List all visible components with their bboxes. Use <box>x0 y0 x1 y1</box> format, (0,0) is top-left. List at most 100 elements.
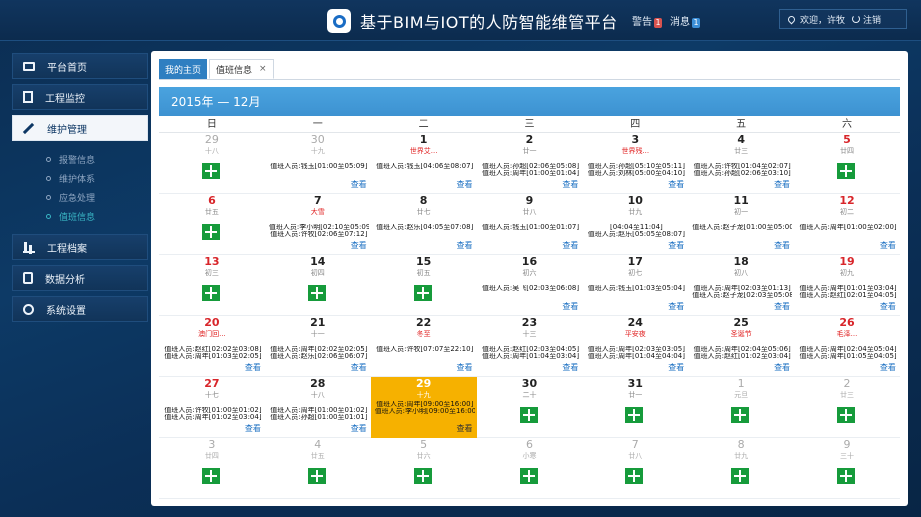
calendar-day-cell[interactable]: 3 廿四 <box>159 438 265 499</box>
view-link[interactable]: 查看 <box>668 180 684 189</box>
calendar-day-cell[interactable]: 2 廿一 值班人员:孙超[02:06至05:08] 值班人员:周年[01:00至01:… <box>477 133 583 194</box>
add-duty-button[interactable] <box>731 468 750 484</box>
sidebar-item-0[interactable]: 平台首页 <box>12 53 148 79</box>
add-duty-button[interactable] <box>625 407 644 423</box>
calendar-day-cell[interactable]: 9 三十 <box>794 438 900 499</box>
calendar-day-cell[interactable]: 5 廿六 <box>371 438 477 499</box>
view-link[interactable]: 查看 <box>562 241 578 250</box>
view-link[interactable]: 查看 <box>774 241 790 250</box>
view-link[interactable]: 查看 <box>245 424 261 433</box>
calendar-day-cell[interactable]: 10 廿九 [04:04至11:04] 值班人员:赵乐[05:05至08:07] 查看 <box>582 194 688 255</box>
calendar-day-cell[interactable]: 24 平安夜 值班人员:周年[02:03至03:05] 值班人员:周年[01:04至0… <box>582 316 688 377</box>
view-link[interactable]: 查看 <box>880 302 896 311</box>
calendar-day-cell[interactable]: 6 小寒 <box>477 438 583 499</box>
add-duty-button[interactable] <box>837 407 856 423</box>
calendar-day-cell[interactable]: 8 廿七 值班人员:赵乐[04:05至07:08] 查看 <box>371 194 477 255</box>
view-link[interactable]: 查看 <box>457 241 473 250</box>
view-link[interactable]: 查看 <box>457 180 473 189</box>
calendar-day-cell[interactable]: 16 初六 值班人员:吴飞[02:03至06:08] 查看 <box>477 255 583 316</box>
calendar-day-cell[interactable]: 4 廿三 值班人员:许牧[01:04至02:07] 值班人员:孙超[02:06至03:… <box>688 133 794 194</box>
calendar-day-cell[interactable]: 9 廿八 值班人员:钱玉[01:00至01:07] 查看 <box>477 194 583 255</box>
calendar-day-cell[interactable]: 5 廿四 <box>794 133 900 194</box>
submenu-item-2[interactable]: 应急处理 <box>46 188 148 206</box>
calendar-day-cell[interactable]: 25 圣诞节 值班人员:周年[02:04至05:06] 值班人员:赵红[01:02至0… <box>688 316 794 377</box>
add-duty-button[interactable] <box>519 468 538 484</box>
submenu-item-3[interactable]: 值班信息 <box>46 207 148 225</box>
calendar-day-cell[interactable]: 11 初一 值班人员:赵子龙[01:00至05:00] 查看 <box>688 194 794 255</box>
calendar-day-cell[interactable]: 13 初三 <box>159 255 265 316</box>
calendar-day-cell[interactable]: 7 大雪 值班人员:李小明[02:10至05:09] 值班人员:许牧[02:06至07… <box>265 194 371 255</box>
add-duty-button[interactable] <box>837 163 856 179</box>
calendar-day-cell[interactable]: 2 廿三 <box>794 377 900 438</box>
view-link[interactable]: 查看 <box>351 180 367 189</box>
tab-home[interactable]: 我的主页 <box>159 59 208 79</box>
view-link[interactable]: 查看 <box>562 302 578 311</box>
view-link[interactable]: 查看 <box>880 363 896 372</box>
calendar-day-cell[interactable]: 4 廿五 <box>265 438 371 499</box>
add-duty-button[interactable] <box>202 468 220 484</box>
sidebar-item-5[interactable]: 系统设置 <box>12 296 148 322</box>
view-link[interactable]: 查看 <box>562 363 578 372</box>
view-link[interactable]: 查看 <box>774 180 790 189</box>
calendar-day-cell[interactable]: 3 世界残... 值班人员:孙超[05:10至05:11] 值班人员:刘林[05:00… <box>582 133 688 194</box>
calendar-day-cell[interactable]: 20 澳门回... 值班人员:赵红[02:02至03:08] 值班人员:周年[01:0… <box>159 316 265 377</box>
calendar-day-cell[interactable]: 21 十一 值班人员:周年[02:02至02:05] 值班人员:赵乐[02:06至06… <box>265 316 371 377</box>
view-link[interactable]: 查看 <box>668 363 684 372</box>
sidebar-item-2[interactable]: 维护管理 <box>12 115 148 141</box>
add-duty-button[interactable] <box>625 468 644 484</box>
calendar-day-cell[interactable]: 18 初八 值班人员:周年[02:03至01:13] 值班人员:赵子龙[02:03至0… <box>688 255 794 316</box>
calendar-day-cell[interactable]: 30 二十 <box>477 377 583 438</box>
sidebar-item-4[interactable]: 数据分析 <box>12 265 148 291</box>
calendar-day-cell[interactable]: 30 十九 值班人员:钱玉[01:00至05:09] 查看 <box>265 133 371 194</box>
calendar-day-cell[interactable]: 29 十八 <box>159 133 265 194</box>
add-duty-button[interactable] <box>202 285 220 301</box>
calendar-day-cell[interactable]: 8 廿九 <box>688 438 794 499</box>
add-duty-button[interactable] <box>307 468 326 484</box>
calendar-day-cell[interactable]: 12 初二 值班人员:周年[01:00至02:00] 查看 <box>794 194 900 255</box>
submenu-item-0[interactable]: 报警信息 <box>46 150 148 168</box>
add-duty-button[interactable] <box>413 285 432 301</box>
view-link[interactable]: 查看 <box>245 363 261 372</box>
view-link[interactable]: 查看 <box>351 241 367 250</box>
view-link[interactable]: 查看 <box>351 363 367 372</box>
close-icon[interactable]: × <box>259 64 267 74</box>
sidebar-item-1[interactable]: 工程监控 <box>12 84 148 110</box>
view-link[interactable]: 查看 <box>562 180 578 189</box>
add-duty-button[interactable] <box>837 468 856 484</box>
add-duty-button[interactable] <box>307 285 326 301</box>
view-link[interactable]: 查看 <box>774 302 790 311</box>
calendar-day-cell[interactable]: 1 世界艾... 值班人员:钱玉[04:06至08:07] 查看 <box>371 133 477 194</box>
calendar-day-cell[interactable]: 22 冬至 值班人员:许牧[07:07至22:10] 查看 <box>371 316 477 377</box>
view-link[interactable]: 查看 <box>668 302 684 311</box>
add-duty-button[interactable] <box>202 163 220 179</box>
calendar-day-cell[interactable]: 7 廿八 <box>582 438 688 499</box>
calendar-day-cell[interactable]: 15 初五 <box>371 255 477 316</box>
calendar-day-cell[interactable]: 23 十三 值班人员:赵红[02:03至04:05] 值班人员:周年[01:04至03… <box>477 316 583 377</box>
view-link[interactable]: 查看 <box>457 424 473 433</box>
calendar-day-cell[interactable]: 28 十八 值班人员:周年[01:00至01:02] 值班人员:孙超[01:00至01… <box>265 377 371 438</box>
view-link[interactable]: 查看 <box>774 363 790 372</box>
calendar-day-cell[interactable]: 17 初七 值班人员:钱玉[01:03至05:04] 查看 <box>582 255 688 316</box>
add-duty-button[interactable] <box>519 407 538 423</box>
calendar-day-cell[interactable]: 6 廿五 <box>159 194 265 255</box>
view-link[interactable]: 查看 <box>880 241 896 250</box>
view-link[interactable]: 查看 <box>668 241 684 250</box>
add-duty-button[interactable] <box>202 224 220 240</box>
alert-link[interactable]: 警告 1 <box>632 13 662 28</box>
logout-link[interactable]: 注销 <box>863 13 881 26</box>
calendar-day-cell[interactable]: 1 元旦 <box>688 377 794 438</box>
add-duty-button[interactable] <box>731 407 750 423</box>
calendar-day-cell[interactable]: 26 毛泽... 值班人员:周年[02:04至05:04] 值班人员:周年[01:05… <box>794 316 900 377</box>
calendar-day-cell[interactable]: 14 初四 <box>265 255 371 316</box>
calendar-day-cell[interactable]: 31 廿一 <box>582 377 688 438</box>
calendar-day-cell[interactable]: 27 十七 值班人员:许牧[01:00至01:02] 值班人员:周年[01:02至03… <box>159 377 265 438</box>
view-link[interactable]: 查看 <box>351 424 367 433</box>
sidebar-item-3[interactable]: 工程档案 <box>12 234 148 260</box>
calendar-day-cell[interactable]: 19 初九 值班人员:周年[01:01至03:04] 值班人员:赵红[02:01至04… <box>794 255 900 316</box>
calendar-day-cell[interactable]: 29 十九 值班人员:周年[09:00至16:00] 值班人员:李小明[09:00至1… <box>370 377 477 438</box>
add-duty-button[interactable] <box>413 468 432 484</box>
view-link[interactable]: 查看 <box>457 363 473 372</box>
message-link[interactable]: 消息 1 <box>670 13 700 28</box>
tab-duty-info[interactable]: 值班信息 × <box>209 59 274 79</box>
submenu-item-1[interactable]: 维护体系 <box>46 169 148 187</box>
